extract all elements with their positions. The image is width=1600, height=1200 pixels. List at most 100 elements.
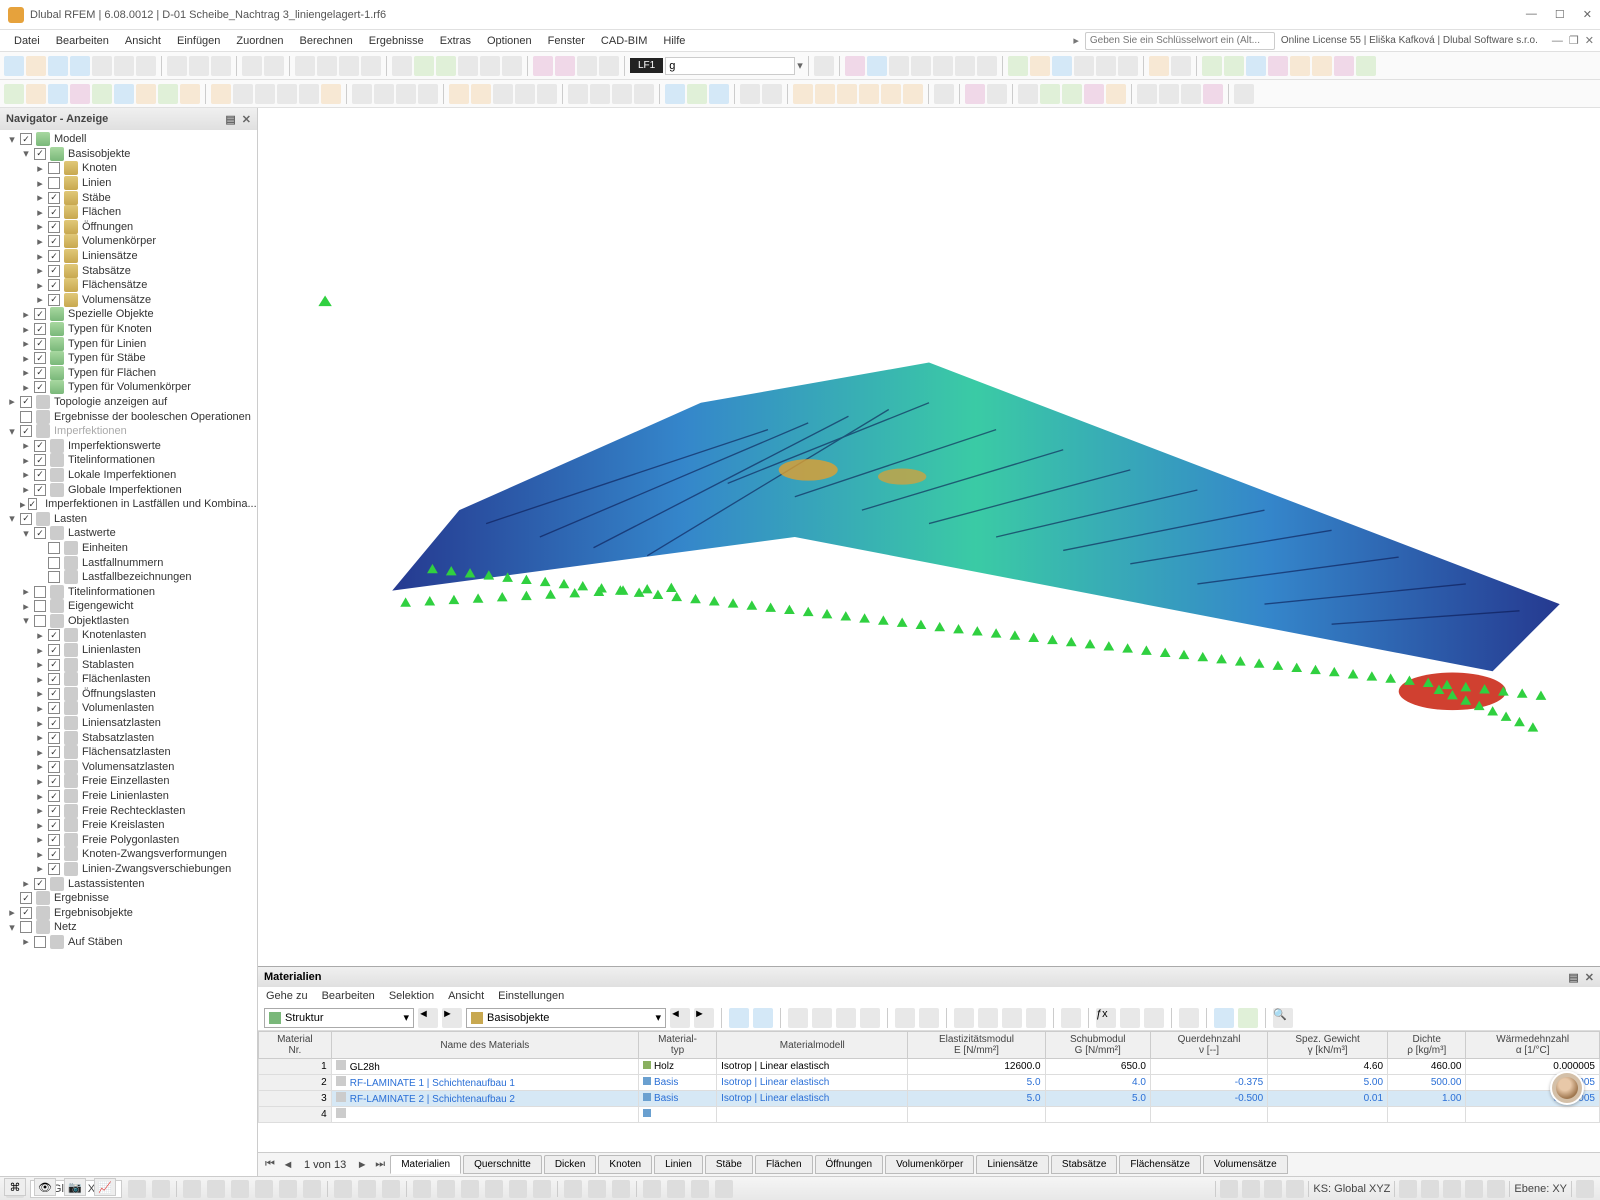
expand-icon[interactable]: ▸ — [34, 293, 46, 306]
tb2-24-icon[interactable] — [537, 84, 557, 104]
sb-12-icon[interactable] — [413, 1180, 431, 1198]
expand-icon[interactable]: ▸ — [20, 366, 32, 379]
tb2-20-icon[interactable] — [449, 84, 469, 104]
tree-checkbox[interactable] — [20, 133, 32, 145]
tb2-11-icon[interactable] — [233, 84, 253, 104]
tab-dicken[interactable]: Dicken — [544, 1155, 597, 1174]
tb2-3-icon[interactable] — [48, 84, 68, 104]
tree-node[interactable]: ▸ Typen für Knoten — [2, 322, 255, 337]
tree-checkbox[interactable] — [48, 571, 60, 583]
expand-icon[interactable]: ▸ — [6, 395, 18, 408]
tree-checkbox[interactable] — [48, 265, 60, 277]
node-h-icon[interactable] — [1356, 56, 1376, 76]
tb2-21-icon[interactable] — [471, 84, 491, 104]
menu-ergebnisse[interactable]: Ergebnisse — [361, 35, 432, 47]
menu-bearbeiten[interactable]: Bearbeiten — [48, 35, 117, 47]
minimize-button[interactable]: — — [1526, 8, 1537, 21]
sb-7-icon[interactable] — [279, 1180, 297, 1198]
table-row[interactable]: 4 — [259, 1107, 1600, 1123]
save-all-icon[interactable] — [114, 56, 134, 76]
tree-node[interactable]: ▸ Flächensatzlasten — [2, 745, 255, 760]
tb2-40-icon[interactable] — [934, 84, 954, 104]
misc-14-icon[interactable] — [1171, 56, 1191, 76]
tb2-7-icon[interactable] — [136, 84, 156, 104]
tb2-13-icon[interactable] — [277, 84, 297, 104]
bp-tool13-icon[interactable] — [1061, 1008, 1081, 1028]
col-header[interactable]: Spez. Gewichtγ [kN/m³] — [1268, 1032, 1388, 1059]
tree-node[interactable]: ▾ Objektlasten — [2, 614, 255, 629]
menu-cad-bim[interactable]: CAD-BIM — [593, 35, 655, 47]
expand-icon[interactable]: ▸ — [20, 439, 32, 452]
misc-3-icon[interactable] — [889, 56, 909, 76]
sb-r8-icon[interactable] — [1465, 1180, 1483, 1198]
tb2-14-icon[interactable] — [299, 84, 319, 104]
expand-icon[interactable]: ▸ — [20, 483, 32, 496]
expand-icon[interactable]: ▾ — [6, 133, 18, 146]
tree-node[interactable]: ▸ Knoten — [2, 161, 255, 176]
navigator-close-icon[interactable]: ✕ — [242, 113, 251, 126]
tb2-9-icon[interactable] — [180, 84, 200, 104]
col-header[interactable]: Dichteρ [kg/m³] — [1388, 1032, 1466, 1059]
tree-node[interactable]: ▸ Volumenkörper — [2, 234, 255, 249]
bp-tool5-icon[interactable] — [836, 1008, 856, 1028]
tab-querschnitte[interactable]: Querschnitte — [463, 1155, 542, 1174]
tree-node[interactable]: Lastfallnummern — [2, 555, 255, 570]
tree-checkbox[interactable] — [34, 586, 46, 598]
expand-icon[interactable]: ▸ — [34, 790, 46, 803]
expand-icon[interactable]: ▸ — [34, 673, 46, 686]
tree-checkbox[interactable] — [34, 878, 46, 890]
tb2-16-icon[interactable] — [352, 84, 372, 104]
tree-node[interactable]: ▸ Linienlasten — [2, 643, 255, 658]
tb2-44-icon[interactable] — [1040, 84, 1060, 104]
tree-node[interactable]: ▸ Auf Stäben — [2, 935, 255, 950]
tb2-5-icon[interactable] — [92, 84, 112, 104]
bp-prev2-icon[interactable]: ◄ — [670, 1008, 690, 1028]
node-e-icon[interactable] — [1290, 56, 1310, 76]
sb-13-icon[interactable] — [437, 1180, 455, 1198]
tree-node[interactable]: ▸ Typen für Linien — [2, 336, 255, 351]
lf-dropdown-icon[interactable]: ▾ — [797, 59, 803, 72]
sb-16-icon[interactable] — [509, 1180, 527, 1198]
tree-checkbox[interactable] — [34, 381, 46, 393]
misc-12-icon[interactable] — [1096, 56, 1116, 76]
col-header[interactable]: Material-typ — [638, 1032, 716, 1059]
tree-checkbox[interactable] — [48, 221, 60, 233]
col-header[interactable]: Wärmedehnzahlα [1/°C] — [1466, 1032, 1600, 1059]
materials-close-icon[interactable]: ✕ — [1585, 971, 1594, 984]
table-row[interactable]: 3 RF-LAMINATE 2 | Schichtenaufbau 2 Basi… — [259, 1091, 1600, 1107]
sb-22-icon[interactable] — [667, 1180, 685, 1198]
doc-restore-button[interactable]: ❐ — [1569, 34, 1579, 47]
expand-icon[interactable]: ▸ — [34, 746, 46, 759]
tb2-34-icon[interactable] — [793, 84, 813, 104]
node-c-icon[interactable] — [1246, 56, 1266, 76]
results-icon[interactable] — [555, 56, 575, 76]
tree-node[interactable]: ▸ Volumensätze — [2, 293, 255, 308]
tab-stäbe[interactable]: Stäbe — [705, 1155, 753, 1174]
sb-18-icon[interactable] — [564, 1180, 582, 1198]
tree-node[interactable]: ▸ Freie Kreislasten — [2, 818, 255, 833]
sb-r10-icon[interactable] — [1576, 1180, 1594, 1198]
expand-icon[interactable]: ▸ — [20, 877, 32, 890]
tree-node[interactable]: ▸ Stablasten — [2, 657, 255, 672]
expand-icon[interactable]: ▸ — [6, 906, 18, 919]
expand-icon[interactable]: ▸ — [34, 191, 46, 204]
expand-icon[interactable]: ▸ — [34, 162, 46, 175]
expand-icon[interactable]: ▸ — [20, 352, 32, 365]
sb-10-icon[interactable] — [358, 1180, 376, 1198]
tree-checkbox[interactable] — [48, 863, 60, 875]
tree-checkbox[interactable] — [20, 907, 32, 919]
loadcase-badge[interactable]: LF1 — [630, 58, 663, 73]
col-header[interactable]: Name des Materials — [331, 1032, 638, 1059]
tb2-18-icon[interactable] — [396, 84, 416, 104]
tb2-38-icon[interactable] — [881, 84, 901, 104]
tb2-30-icon[interactable] — [687, 84, 707, 104]
sb-2-icon[interactable] — [152, 1180, 170, 1198]
tree-node[interactable]: ▾ Basisobjekte — [2, 147, 255, 162]
misc-1-icon[interactable] — [845, 56, 865, 76]
user-avatar[interactable] — [1550, 1071, 1584, 1105]
bp-tool2-icon[interactable] — [753, 1008, 773, 1028]
tree-checkbox[interactable] — [48, 848, 60, 860]
tree-node[interactable]: ▸ Freie Polygonlasten — [2, 833, 255, 848]
misc-5-icon[interactable] — [933, 56, 953, 76]
tree-checkbox[interactable] — [48, 717, 60, 729]
